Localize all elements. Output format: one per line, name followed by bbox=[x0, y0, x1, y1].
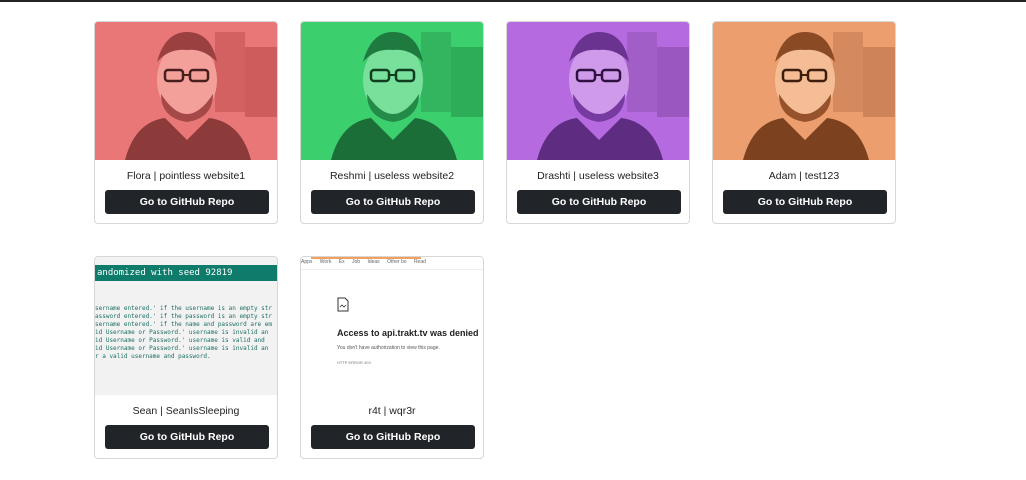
browser-error-screenshot: Apps Work Ex Job Ideas Other bo Read Acc… bbox=[301, 257, 483, 395]
project-card: Drashti | useless website3 Go to GitHub … bbox=[506, 21, 690, 224]
top-border bbox=[0, 0, 1026, 2]
project-card: Apps Work Ex Job Ideas Other bo Read Acc… bbox=[300, 256, 484, 459]
error-subtitle: You don't have authorization to view thi… bbox=[337, 345, 440, 351]
card-caption: Sean | SeanIsSleeping bbox=[132, 405, 240, 417]
error-code: HTTP ERROR 403 bbox=[337, 360, 371, 365]
project-card: Reshmi | useless website2 Go to GitHub R… bbox=[300, 21, 484, 224]
terminal-screenshot: andomized with seed 92819 sername entere… bbox=[95, 257, 277, 395]
broken-document-icon bbox=[337, 297, 349, 312]
profile-photo bbox=[507, 22, 689, 160]
profile-photo bbox=[301, 22, 483, 160]
profile-photo bbox=[713, 22, 895, 160]
card-caption: Drashti | useless website3 bbox=[537, 170, 659, 182]
card-caption: Flora | pointless website1 bbox=[126, 170, 246, 182]
github-repo-button[interactable]: Go to GitHub Repo bbox=[311, 190, 475, 214]
bookmarks-bar: Apps Work Ex Job Ideas Other bo Read bbox=[301, 259, 483, 270]
terminal-output: sername entered.' if the username is an … bbox=[95, 305, 273, 360]
github-repo-button[interactable]: Go to GitHub Repo bbox=[723, 190, 887, 214]
profile-photo bbox=[95, 22, 277, 160]
card-caption: r4t | wqr3r bbox=[368, 405, 416, 417]
github-repo-button[interactable]: Go to GitHub Repo bbox=[311, 425, 475, 449]
github-repo-button[interactable]: Go to GitHub Repo bbox=[105, 425, 269, 449]
github-repo-button[interactable]: Go to GitHub Repo bbox=[105, 190, 269, 214]
terminal-header: andomized with seed 92819 bbox=[95, 265, 277, 281]
project-card: andomized with seed 92819 sername entere… bbox=[94, 256, 278, 459]
project-card: Flora | pointless website1 Go to GitHub … bbox=[94, 21, 278, 224]
project-card: Adam | test123 Go to GitHub Repo bbox=[712, 21, 896, 224]
error-title: Access to api.trakt.tv was denied bbox=[337, 328, 479, 338]
card-caption: Reshmi | useless website2 bbox=[329, 170, 455, 182]
github-repo-button[interactable]: Go to GitHub Repo bbox=[517, 190, 681, 214]
card-caption: Adam | test123 bbox=[768, 170, 840, 182]
